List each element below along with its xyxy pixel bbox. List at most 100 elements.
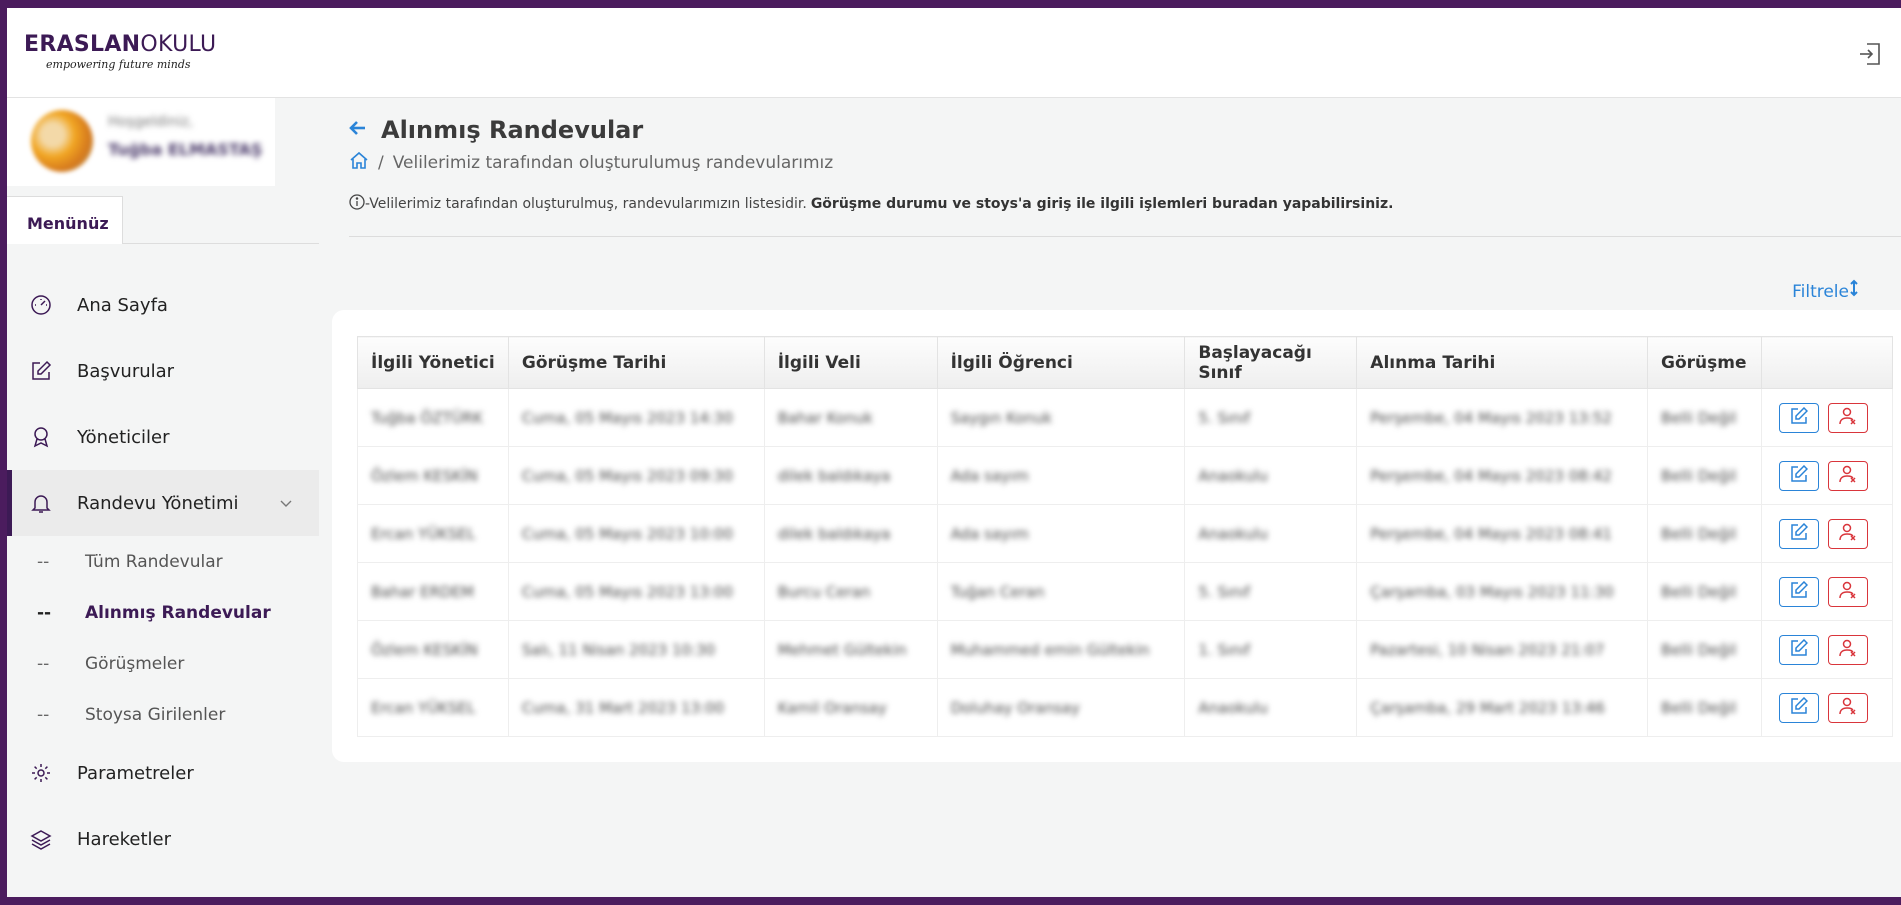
cell-value: Doluhay Oransay	[950, 698, 1080, 717]
edit-icon	[1790, 580, 1809, 603]
sidebar-item-randevu-yonetimi[interactable]: Randevu Yönetimi	[7, 470, 319, 536]
row-actions	[1761, 620, 1893, 679]
sidebar-item-basvurular[interactable]: Başvurular	[7, 338, 319, 404]
table-cell: Bahar Konuk	[763, 388, 938, 447]
breadcrumb-current: Velilerimiz tarafından oluşturulumuş ran…	[392, 152, 834, 173]
table-cell: Bahar ERDEM	[357, 562, 509, 621]
remove-user-icon	[1839, 407, 1857, 429]
table-cell: Belli Değil	[1647, 446, 1762, 505]
brand-tagline: empowering future minds	[46, 58, 191, 71]
table-cell: Tuğba ÖZTÜRK	[357, 388, 509, 447]
award-icon	[29, 425, 53, 449]
cell-value: Kamil Oransay	[777, 698, 887, 717]
cell-value: Cuma, 05 Mayıs 2023 14:30	[521, 408, 734, 427]
divider	[349, 236, 1901, 237]
gear-icon	[29, 761, 53, 785]
row-actions	[1761, 504, 1893, 563]
table-cell: Mehmet Gültekin	[763, 620, 938, 679]
table-cell: Anaokulu	[1184, 504, 1358, 563]
cell-value: Salı, 11 Nisan 2023 10:30	[521, 640, 716, 659]
sidebar-item-hareketler[interactable]: Hareketler	[7, 806, 319, 872]
edit-button[interactable]	[1779, 460, 1819, 491]
cell-value: Anaokulu	[1198, 466, 1268, 485]
cell-value: Belli Değil	[1661, 582, 1737, 601]
page-title: Alınmış Randevular	[381, 116, 644, 144]
column-header[interactable]: İlgili Öğrenci	[936, 336, 1186, 389]
menu-tab[interactable]: Menünüz	[7, 196, 123, 244]
table-cell: Cuma, 31 Mart 2023 13:00	[507, 678, 765, 737]
sidebar-item-ana-sayfa[interactable]: Ana Sayfa	[7, 272, 319, 338]
cell-value: dilek baldıkaya	[777, 466, 891, 485]
table-cell: Perşembe, 04 Mayıs 2023 08:41	[1356, 504, 1649, 563]
cell-value: Cuma, 31 Mart 2023 13:00	[521, 698, 725, 717]
table-cell: Çarşamba, 29 Mart 2023 13:46	[1356, 678, 1649, 737]
brand-logo[interactable]: ERASLANOKULU empowering future minds	[24, 33, 216, 72]
edit-button[interactable]	[1779, 518, 1819, 549]
row-actions	[1761, 446, 1893, 505]
remove-user-icon	[1839, 465, 1857, 487]
table-cell: Ada sayım	[936, 504, 1186, 563]
column-header[interactable]: İlgili Veli	[763, 336, 938, 389]
cell-value: Perşembe, 04 Mayıs 2023 08:41	[1370, 524, 1612, 543]
sub-dash: --	[37, 602, 52, 623]
column-header[interactable]: Görüşme Tarihi	[507, 336, 765, 389]
cell-value: Anaokulu	[1198, 698, 1268, 717]
filter-button[interactable]: Filtrele	[1792, 279, 1859, 302]
sidebar-subitem-stoysa-girilenler[interactable]: -- Stoysa Girilenler	[7, 689, 319, 740]
cell-value: Belli Değil	[1661, 640, 1737, 659]
edit-button[interactable]	[1779, 634, 1819, 665]
table-cell: Pazartesi, 10 Nisan 2023 21:07	[1356, 620, 1649, 679]
back-arrow-icon[interactable]	[349, 119, 367, 141]
logout-icon[interactable]	[1857, 41, 1883, 67]
table-cell: Özlem KESKİN	[357, 446, 509, 505]
column-header[interactable]: Alınma Tarihi	[1356, 336, 1649, 389]
sidebar-subitem-label: Görüşmeler	[85, 653, 185, 674]
sidebar-subitem-alinmis-randevular[interactable]: -- Alınmış Randevular	[7, 587, 319, 638]
info-note: -Velilerimiz tarafından oluşturulmuş, ra…	[349, 194, 1393, 214]
sidebar-subitem-tum-randevular[interactable]: -- Tüm Randevular	[7, 536, 319, 587]
column-header[interactable]: Görüşme	[1647, 336, 1762, 389]
cell-value: Anaokulu	[1198, 524, 1268, 543]
edit-icon	[29, 359, 53, 383]
edit-icon	[1790, 522, 1809, 545]
cell-value: Bahar Konuk	[777, 408, 873, 427]
edit-button[interactable]	[1779, 576, 1819, 607]
column-header[interactable]: Başlayacağı Sınıf	[1184, 336, 1358, 389]
cell-value: 1. Sınıf	[1198, 640, 1251, 659]
sidebar-item-parametreler[interactable]: Parametreler	[7, 740, 319, 806]
column-header-actions	[1761, 336, 1893, 389]
edit-button[interactable]	[1779, 692, 1819, 723]
cell-value: Cuma, 05 Mayıs 2023 10:00	[521, 524, 734, 543]
sidebar-item-yoneticiler[interactable]: Yöneticiler	[7, 404, 319, 470]
table-cell: Ercan YÜKSEL	[357, 504, 509, 563]
page-header: Alınmış Randevular	[349, 116, 643, 144]
table-row: Özlem KESKİN Cuma, 05 Mayıs 2023 09:30 dil…	[357, 446, 1893, 505]
sidebar-subitem-gorusmeler[interactable]: -- Görüşmeler	[7, 638, 319, 689]
sidebar-item-label: Randevu Yönetimi	[77, 492, 239, 514]
table-header-row: İlgili Yönetici Görüşme Tarihi İlgili Ve…	[357, 336, 1893, 389]
appointments-table: İlgili Yönetici Görüşme Tarihi İlgili Ve…	[357, 336, 1893, 737]
home-icon[interactable]	[349, 150, 369, 175]
table-cell: Özlem KESKİN	[357, 620, 509, 679]
remove-user-button[interactable]	[1828, 518, 1868, 549]
column-header[interactable]: İlgili Yönetici	[357, 336, 509, 389]
table-cell: Cuma, 05 Mayıs 2023 09:30	[507, 446, 765, 505]
table-row: Tuğba ÖZTÜRK Cuma, 05 Mayıs 2023 14:30 Bah…	[357, 388, 1893, 447]
edit-button[interactable]	[1779, 402, 1819, 433]
table-row: Ercan YÜKSEL Cuma, 31 Mart 2023 13:00 Kami…	[357, 678, 1893, 737]
remove-user-button[interactable]	[1828, 692, 1868, 723]
remove-user-button[interactable]	[1828, 634, 1868, 665]
remove-user-button[interactable]	[1828, 402, 1868, 433]
table-cell: 5. Sınıf	[1184, 562, 1358, 621]
cell-value: Çarşamba, 03 Mayıs 2023 11:30	[1370, 582, 1614, 601]
remove-user-button[interactable]	[1828, 460, 1868, 491]
cell-value: Ada sayım	[950, 466, 1029, 485]
cell-value: Ercan YÜKSEL	[371, 524, 476, 543]
table-cell: Tuğan Ceran	[936, 562, 1186, 621]
sidebar-item-label: Yöneticiler	[77, 426, 170, 448]
cell-value: Ercan YÜKSEL	[371, 698, 476, 717]
remove-user-button[interactable]	[1828, 576, 1868, 607]
table-cell: Salı, 11 Nisan 2023 10:30	[507, 620, 765, 679]
table-cell: Belli Değil	[1647, 388, 1762, 447]
cell-value: Özlem KESKİN	[371, 466, 478, 485]
